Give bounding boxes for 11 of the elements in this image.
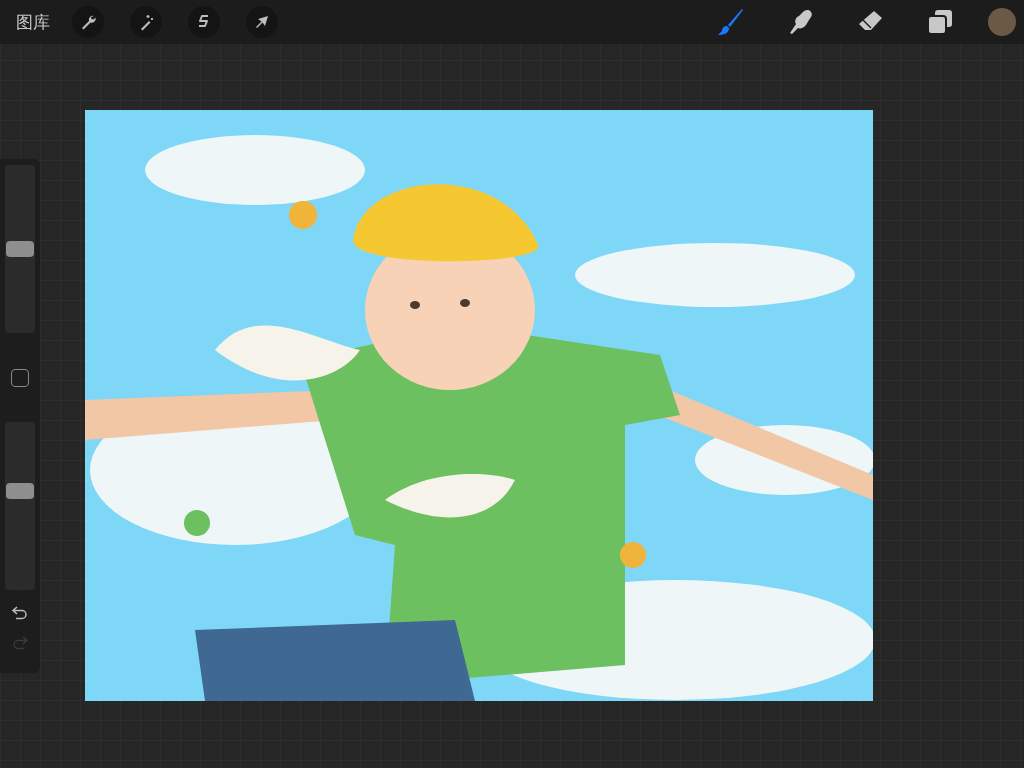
selection-icon[interactable] xyxy=(188,6,220,38)
opacity-slider[interactable] xyxy=(5,422,35,590)
gallery-button[interactable]: 图库 xyxy=(16,10,50,34)
slider-handle[interactable] xyxy=(6,241,34,257)
magic-wand-icon[interactable] xyxy=(130,6,162,38)
modify-button[interactable] xyxy=(11,369,29,387)
brush-size-slider[interactable] xyxy=(5,165,35,333)
wrench-icon[interactable] xyxy=(72,6,104,38)
undo-icon[interactable] xyxy=(11,606,29,620)
color-swatch[interactable] xyxy=(988,8,1016,36)
slider-handle[interactable] xyxy=(6,482,34,499)
